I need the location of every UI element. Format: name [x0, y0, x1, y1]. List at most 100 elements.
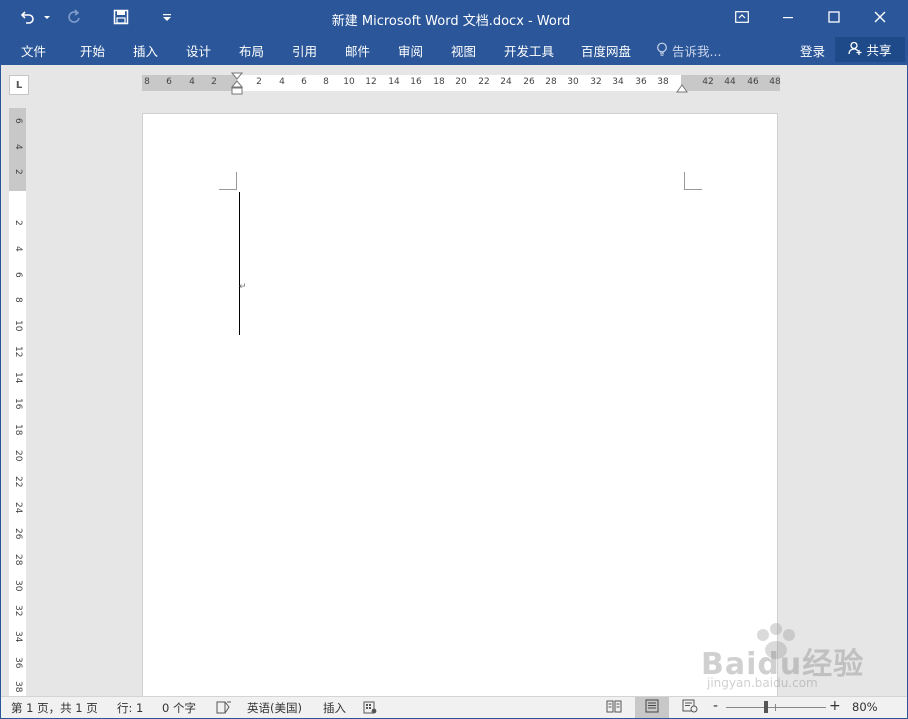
- macro-record-icon[interactable]: [363, 701, 377, 717]
- insert-mode[interactable]: 插入: [323, 700, 346, 716]
- ruler-tick: 24: [500, 77, 512, 87]
- redo-button[interactable]: [61, 7, 87, 29]
- ruler-tick: 34: [13, 631, 23, 643]
- ruler-tick: 2: [256, 77, 262, 87]
- undo-button[interactable]: [15, 7, 41, 29]
- crop-mark-top-left: [219, 172, 237, 190]
- ruler-tick: 4: [279, 77, 285, 87]
- ruler-tick: 32: [13, 605, 23, 617]
- zoom-in-button[interactable]: +: [829, 698, 841, 714]
- ruler-tick: 32: [590, 77, 602, 87]
- ruler-tick: 8: [13, 297, 23, 303]
- ruler-tick: 48: [769, 77, 781, 87]
- line-number[interactable]: 行: 1: [117, 700, 143, 716]
- ruler-tick: 4: [13, 246, 23, 252]
- horizontal-ruler[interactable]: 8 6 4 2 2 4 6 8 10 12 14 16 18 20 22 24 …: [142, 72, 781, 95]
- ruler-tick: 38: [13, 681, 23, 693]
- tab-view[interactable]: 视图: [451, 41, 476, 60]
- proofing-icon[interactable]: [216, 701, 232, 717]
- status-bar: 第 1 页，共 1 页 行: 1 0 个字 英语(美国) 插入 - + 80%: [1, 696, 907, 718]
- read-mode-button[interactable]: [597, 697, 631, 718]
- tab-layout[interactable]: 布局: [239, 41, 264, 60]
- left-tab-icon: L: [15, 79, 23, 91]
- ruler-tick: 4: [13, 144, 23, 150]
- crop-mark-top-right: [684, 172, 702, 190]
- ruler-tick: 22: [13, 476, 23, 488]
- minimize-icon: [782, 11, 794, 26]
- save-button[interactable]: [107, 7, 135, 29]
- ribbon-display-options-button[interactable]: [719, 1, 765, 35]
- ribbon-display-options-icon: [735, 10, 749, 26]
- ruler-tick: 6: [166, 77, 172, 87]
- customize-qat-icon: [162, 11, 172, 25]
- tab-file[interactable]: 文件: [21, 41, 46, 60]
- ruler-tick: 38: [657, 77, 669, 87]
- page-count[interactable]: 第 1 页，共 1 页: [11, 700, 98, 716]
- ruler-tick: 10: [13, 320, 23, 332]
- tab-home[interactable]: 开始: [80, 41, 105, 60]
- baidu-jingyan-watermark: Baidu经验 jingyan.baidu.com: [701, 621, 901, 696]
- ruler-tick: 4: [189, 77, 195, 87]
- ruler-tick: 16: [13, 398, 23, 410]
- ruler-tick: 2: [13, 220, 23, 226]
- ruler-tick: 6: [13, 272, 23, 278]
- ruler-tick: 6: [13, 118, 23, 124]
- share-button[interactable]: 共享: [835, 37, 905, 62]
- zoom-level[interactable]: 80%: [852, 700, 878, 714]
- vertical-ruler[interactable]: 6 4 2 2 4 6 8 10 12 14 16 18 20 22 24 26…: [9, 108, 26, 696]
- tab-design[interactable]: 设计: [186, 41, 211, 60]
- web-layout-button[interactable]: [673, 697, 707, 718]
- print-layout-icon: [645, 699, 659, 716]
- web-layout-icon: [682, 699, 698, 716]
- close-button[interactable]: [857, 1, 903, 35]
- ruler-tick: 20: [13, 450, 23, 462]
- customize-qat-button[interactable]: [157, 7, 177, 29]
- ruler-tick: 42: [702, 77, 714, 87]
- right-indent-marker[interactable]: [676, 82, 688, 96]
- login-link[interactable]: 登录: [800, 41, 825, 60]
- close-icon: [874, 11, 886, 26]
- ruler-tick: 8: [144, 77, 150, 87]
- ruler-tick: 14: [13, 372, 23, 384]
- ruler-tick: 8: [323, 77, 329, 87]
- tab-references[interactable]: 引用: [292, 41, 317, 60]
- minimize-button[interactable]: [765, 1, 811, 35]
- maximize-icon: [828, 10, 840, 26]
- print-layout-button[interactable]: [635, 697, 669, 718]
- ruler-tick: 2: [13, 169, 23, 175]
- tab-developer[interactable]: 开发工具: [504, 41, 554, 60]
- share-label: 共享: [866, 43, 892, 58]
- ruler-tick: 12: [365, 77, 377, 87]
- ruler-tick: 36: [13, 657, 23, 669]
- tell-me-box[interactable]: 告诉我...: [656, 41, 721, 60]
- ruler-tick: 22: [478, 77, 490, 87]
- ruler-tick: 18: [433, 77, 445, 87]
- zoom-thumb[interactable]: [764, 701, 768, 713]
- undo-icon: [20, 9, 36, 28]
- redo-icon: [66, 8, 82, 28]
- ruler-tick: 36: [635, 77, 647, 87]
- document-page[interactable]: ↵: [142, 113, 778, 703]
- tab-review[interactable]: 审阅: [398, 41, 423, 60]
- zoom-out-button[interactable]: -: [713, 698, 718, 714]
- ruler-tick: 26: [13, 528, 23, 540]
- ruler-tick: 20: [455, 77, 467, 87]
- tab-baidu-netdisk[interactable]: 百度网盘: [581, 41, 631, 60]
- ruler-tick: 28: [13, 554, 23, 566]
- ruler-tick: 28: [545, 77, 557, 87]
- ruler-tick: 24: [13, 502, 23, 514]
- zoom-center-mark: [775, 704, 776, 711]
- tab-selector[interactable]: L: [9, 75, 29, 95]
- language-indicator[interactable]: 英语(美国): [247, 700, 302, 716]
- first-line-indent-marker[interactable]: [230, 72, 244, 101]
- undo-dropdown[interactable]: [41, 7, 53, 29]
- ruler-tick: 6: [301, 77, 307, 87]
- tell-me-label: 告诉我...: [672, 44, 722, 59]
- ruler-tick: 18: [13, 424, 23, 436]
- word-count[interactable]: 0 个字: [162, 700, 196, 716]
- tab-mailings[interactable]: 邮件: [345, 41, 370, 60]
- zoom-slider[interactable]: [726, 701, 826, 713]
- tab-insert[interactable]: 插入: [133, 41, 158, 60]
- read-mode-icon: [606, 699, 622, 716]
- maximize-button[interactable]: [811, 1, 857, 35]
